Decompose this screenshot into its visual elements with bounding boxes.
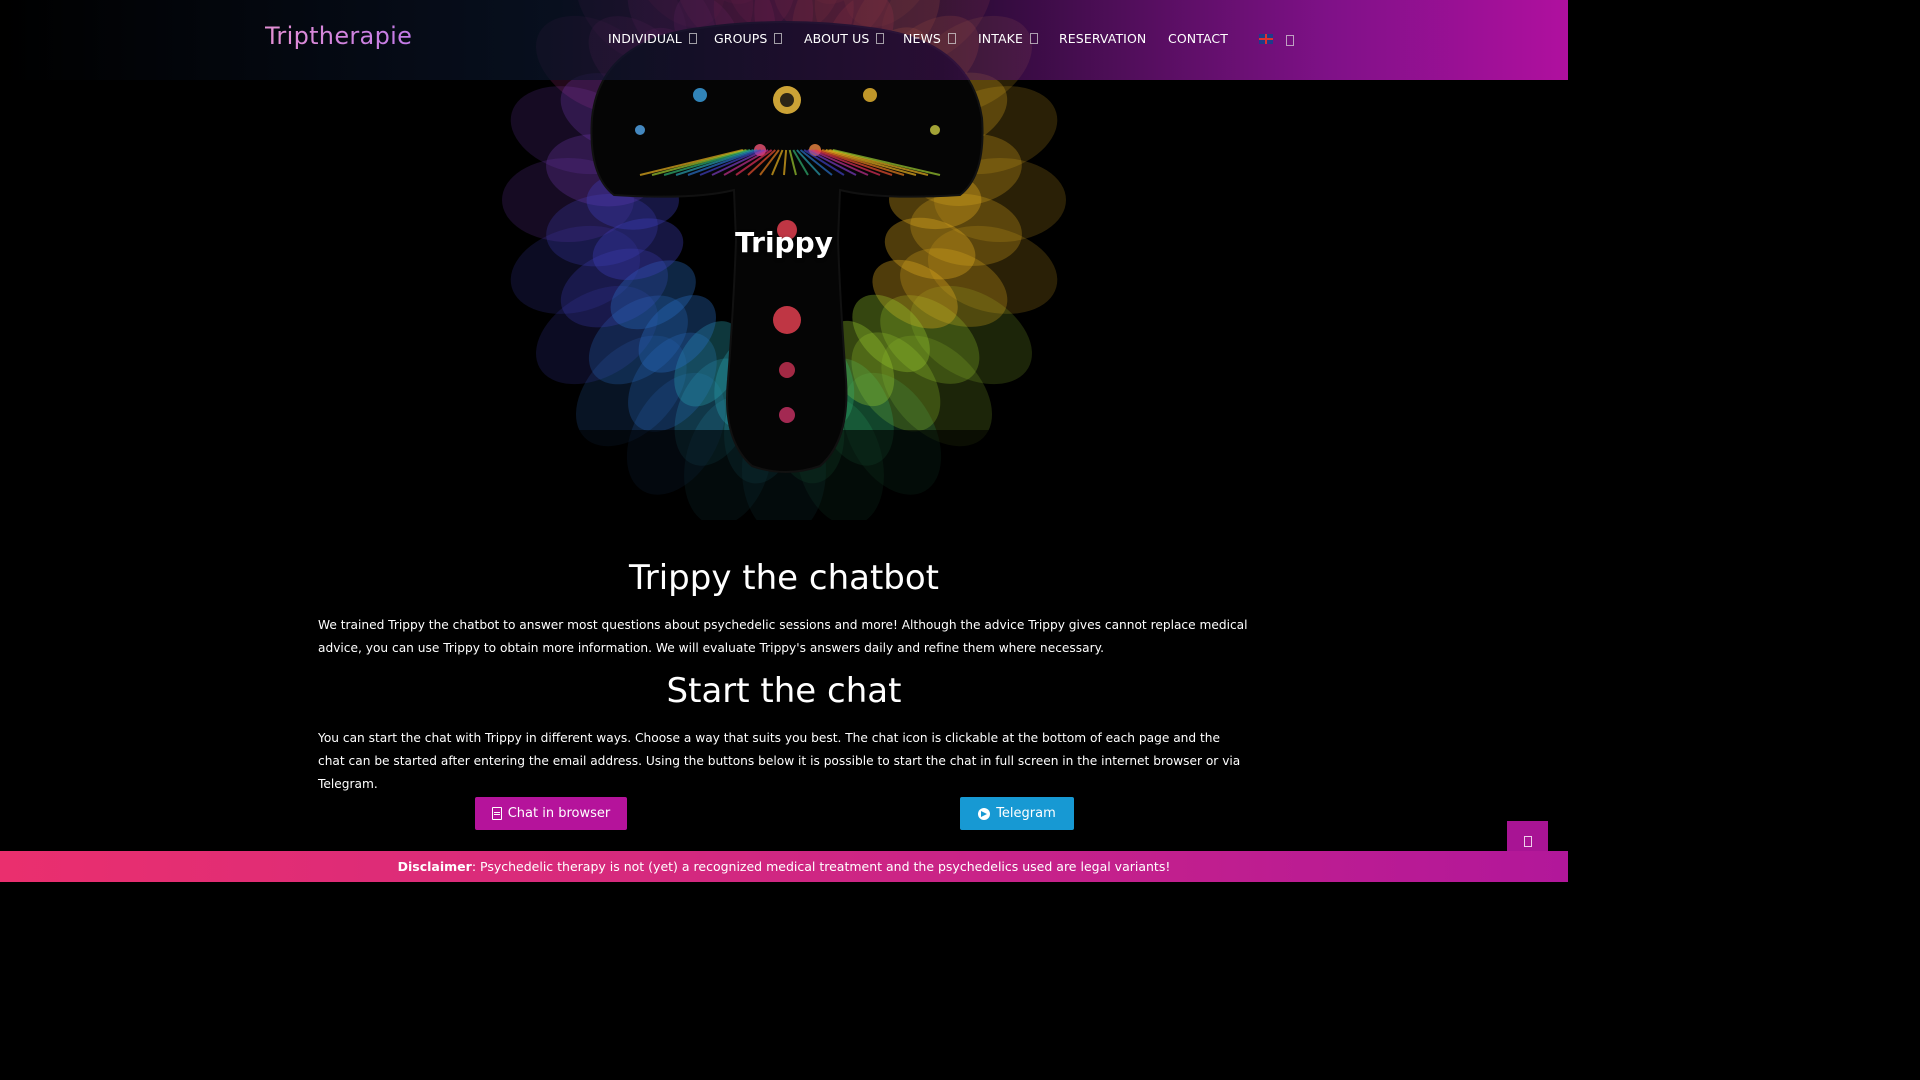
chevron-down-icon [876,33,885,44]
ornament-dot [863,88,877,102]
document-icon [491,807,502,820]
chevron-down-icon [947,33,956,44]
nav-item-individual[interactable]: INDIVIDUAL [608,31,697,46]
chatbot-intro-text: We trained Trippy the chatbot to answer … [318,618,1248,655]
nav-label: CONTACT [1168,31,1228,46]
nav-item-news[interactable]: NEWS [903,31,956,46]
language-chevron-down-icon[interactable] [1286,35,1294,46]
ornament-dot [635,125,645,135]
nav-item-reservation[interactable]: RESERVATION [1059,31,1146,46]
ornament-dot [779,362,795,378]
start-chat-heading: Start the chat [666,671,902,711]
site-logo[interactable]: Triptherapie [265,22,412,50]
telegram-label: Telegram [996,806,1056,821]
nav-label: INTAKE [978,31,1023,46]
ornament-dot [779,407,795,423]
nav-item-about-us[interactable]: ABOUT US [804,31,885,46]
hero-title: Trippy [735,226,833,259]
nav-item-intake[interactable]: INTAKE [978,31,1038,46]
chat-icon [1523,836,1532,847]
chatbot-heading: Trippy the chatbot [628,558,940,598]
nav-label: GROUPS [714,31,768,46]
ornament-dot [780,93,794,107]
start-chat-text: You can start the chat with Trippy in di… [318,731,1241,791]
nav-item-groups[interactable]: GROUPS [714,31,783,46]
disclaimer-text: : Psychedelic therapy is not (yet) a rec… [471,859,1171,874]
site-header: Triptherapie INDIVIDUAL GROUPS ABOUT US … [0,0,1568,80]
ornament-dot [693,88,707,102]
ornament-dot [773,306,801,334]
chevron-down-icon [688,33,697,44]
uk-flag-icon[interactable] [1259,34,1273,44]
chat-in-browser-button[interactable]: Chat in browser [475,797,627,830]
nav-label: INDIVIDUAL [608,31,682,46]
telegram-icon [978,807,991,820]
telegram-button[interactable]: Telegram [960,797,1074,830]
nav-item-contact[interactable]: CONTACT [1168,31,1228,46]
nav-label: RESERVATION [1059,31,1147,46]
chevron-down-icon [774,33,783,44]
chevron-down-icon [1029,33,1038,44]
chat-in-browser-label: Chat in browser [507,806,611,821]
disclaimer-label: Disclaimer [397,859,472,874]
nav-label: ABOUT US [804,31,870,46]
nav-label: NEWS [903,31,941,46]
disclaimer-bar: Disclaimer: Psychedelic therapy is not (… [0,851,1568,882]
ornament-dot [930,125,940,135]
